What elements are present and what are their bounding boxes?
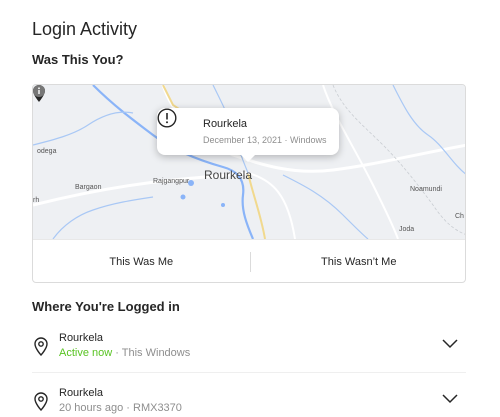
- page-title: Login Activity: [32, 19, 138, 39]
- map-label: Ch: [455, 213, 464, 220]
- chevron-down-icon[interactable]: [442, 394, 458, 404]
- this-wasnt-me-button[interactable]: This Wasn’t Me: [251, 240, 466, 282]
- session-device: · RMX3370: [123, 402, 182, 414]
- map-label: rh: [33, 197, 40, 204]
- session-status: Active now · This Windows: [59, 347, 190, 359]
- map-label: Bargaon: [75, 184, 102, 191]
- last-active-time: 20 hours ago: [59, 402, 124, 414]
- location-map[interactable]: odega Bargaon Rajgangpur Rourkela Noamun…: [33, 85, 465, 239]
- popup-city: Rourkela: [203, 118, 248, 130]
- session-city: Rourkela: [59, 332, 104, 344]
- chevron-down-icon[interactable]: [442, 339, 458, 349]
- map-label: Joda: [399, 226, 415, 233]
- map-label: odega: [37, 148, 57, 155]
- login-activity-card: odega Bargaon Rajgangpur Rourkela Noamun…: [32, 84, 466, 283]
- session-device: · This Windows: [112, 347, 191, 359]
- active-status: Active now: [59, 347, 113, 359]
- session-status: 20 hours ago · RMX3370: [59, 402, 182, 414]
- map-label-city: Rourkela: [204, 168, 253, 182]
- location-pin-icon: [34, 337, 48, 356]
- confirmation-actions: This Was Me This Wasn’t Me: [33, 239, 466, 282]
- login-popup: Rourkela December 13, 2021 · Windows: [157, 108, 339, 162]
- session-divider: [32, 372, 466, 373]
- popup-details: December 13, 2021 · Windows: [203, 135, 327, 145]
- location-pin-icon: [34, 392, 48, 411]
- map-label: Rajgangpur: [153, 178, 190, 185]
- session-item[interactable]: Rourkela Active now · This Windows: [32, 331, 466, 371]
- session-city: Rourkela: [59, 387, 104, 399]
- map-label: Noamundi: [410, 186, 442, 193]
- sessions-heading: Where You're Logged in: [32, 299, 180, 314]
- confirm-heading: Was This You?: [32, 52, 124, 67]
- session-item[interactable]: Rourkela 20 hours ago · RMX3370: [32, 386, 466, 417]
- this-was-me-button[interactable]: This Was Me: [33, 240, 250, 282]
- info-icon[interactable]: [33, 85, 45, 97]
- alert-circle-icon: [157, 108, 177, 128]
